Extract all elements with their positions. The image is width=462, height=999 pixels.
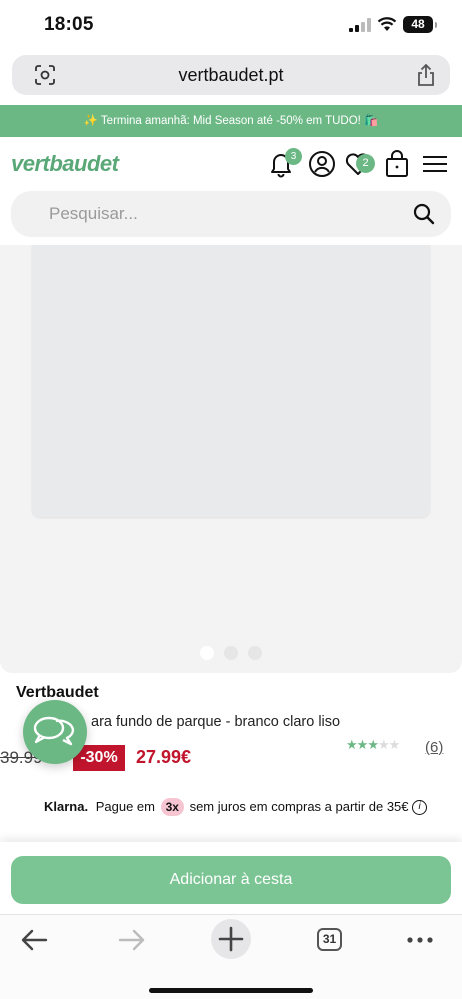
shopping-bag-icon[interactable] bbox=[382, 149, 412, 179]
current-price: 27.99€ bbox=[136, 747, 192, 767]
wishlist-badge: 2 bbox=[356, 154, 375, 173]
klarna-row: Klarna. Pague em 3x sem juros em compras… bbox=[44, 798, 428, 816]
back-arrow-icon[interactable] bbox=[18, 925, 50, 955]
url-bar[interactable]: vertbaudet.pt bbox=[12, 55, 450, 95]
gallery-dot-active[interactable] bbox=[200, 646, 214, 660]
product-image[interactable] bbox=[32, 245, 430, 517]
gallery-dot[interactable] bbox=[224, 646, 238, 660]
new-tab-button[interactable] bbox=[211, 919, 251, 959]
add-to-cart-button[interactable]: Adicionar à cesta bbox=[11, 856, 451, 904]
browser-toolbar: 31 bbox=[0, 914, 462, 999]
klarna-text-after: sem juros em compras a partir de 35€ bbox=[189, 799, 409, 814]
wifi-icon bbox=[377, 17, 397, 31]
chat-bubbles-icon bbox=[33, 716, 75, 746]
url-text[interactable]: vertbaudet.pt bbox=[12, 65, 450, 86]
account-icon[interactable] bbox=[307, 149, 337, 179]
notification-badge: 3 bbox=[285, 148, 302, 165]
menu-icon[interactable] bbox=[420, 149, 450, 179]
home-indicator bbox=[149, 988, 313, 993]
signal-icon bbox=[349, 18, 371, 32]
status-bar: 18:05 48 bbox=[0, 0, 462, 52]
review-count-link[interactable]: (6) bbox=[425, 739, 443, 756]
star-filled-icon: ★ bbox=[346, 737, 358, 752]
status-time: 18:05 bbox=[44, 14, 94, 35]
share-icon[interactable] bbox=[416, 63, 436, 87]
battery-icon: 48 bbox=[403, 16, 437, 33]
add-to-cart-bar: Adicionar à cesta bbox=[0, 842, 462, 914]
star-empty-icon: ★ bbox=[388, 737, 401, 752]
tabs-button[interactable]: 31 bbox=[317, 928, 342, 951]
rating-stars[interactable]: ★★★★★ bbox=[346, 737, 401, 753]
star-filled-icon: ★ bbox=[356, 737, 369, 752]
search-input[interactable]: Pesquisar... bbox=[49, 204, 138, 224]
site-header: vertbaudet 3 2 Pesquisar... bbox=[0, 137, 462, 245]
forward-arrow-icon[interactable] bbox=[116, 925, 148, 955]
klarna-logo: Klarna. bbox=[44, 799, 89, 814]
info-icon[interactable]: i bbox=[412, 800, 428, 816]
klarna-installments-badge: 3x bbox=[160, 798, 184, 816]
vertbaudet-logo[interactable]: vertbaudet bbox=[11, 151, 119, 177]
search-bar[interactable]: Pesquisar... bbox=[11, 191, 451, 237]
search-icon[interactable] bbox=[413, 203, 435, 225]
product-gallery[interactable] bbox=[0, 245, 462, 673]
plus-icon bbox=[218, 926, 244, 952]
chat-button[interactable] bbox=[23, 700, 87, 764]
star-filled-icon: ★ bbox=[367, 737, 379, 752]
star-empty-icon: ★ bbox=[377, 737, 390, 752]
promo-banner[interactable]: ✨ Termina amanhã: Mid Season até -50% em… bbox=[0, 105, 462, 137]
more-options-icon[interactable] bbox=[404, 925, 436, 955]
klarna-text-before: Pague em bbox=[95, 799, 155, 814]
gallery-dot[interactable] bbox=[248, 646, 262, 660]
